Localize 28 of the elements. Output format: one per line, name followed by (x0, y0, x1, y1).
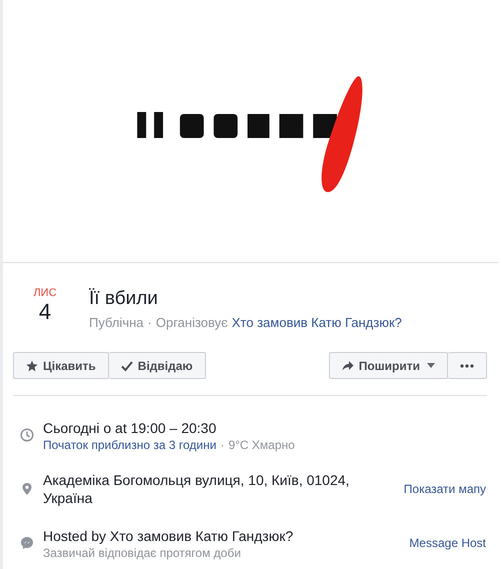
more-button[interactable] (448, 352, 487, 379)
detail-subtext: Зазвичай відповідає протягом доби (43, 546, 241, 560)
star-icon (26, 360, 38, 372)
detail-subtext: 9°C Хмарно (228, 438, 295, 452)
event-month: ЛИС (33, 287, 57, 299)
detail-action-link[interactable]: Показати мапу (404, 482, 486, 496)
action-button[interactable]: Цікавить (13, 352, 109, 379)
event-day: 4 (38, 299, 52, 325)
separator: · (148, 315, 152, 330)
organizer-link[interactable]: Хто замовив Катю Гандзюк? (232, 315, 402, 330)
detail-action-link[interactable]: Message Host (409, 536, 486, 550)
location-pin-icon (20, 482, 34, 496)
detail-text: Сьогодні о at 19:00 – 20:30 (43, 418, 218, 436)
detail-text: Академіка Богомольця вулиця, 10, Київ, 01024, Україна (43, 471, 350, 507)
caret-icon (427, 363, 435, 368)
privacy-label: Публічна (89, 315, 144, 330)
share-arrow-icon (342, 360, 354, 372)
organizer-label: Організовує (156, 315, 228, 330)
action-button[interactable]: Відвідаю (108, 352, 206, 379)
share-button[interactable]: Поширити (328, 352, 448, 379)
event-title: Її вбили (89, 287, 159, 311)
clock-icon (20, 428, 34, 442)
check-icon (120, 360, 133, 372)
countdown-link[interactable]: Початок приблизно за 3 години (43, 438, 216, 452)
more-icon (460, 364, 474, 368)
separator: · (220, 438, 224, 452)
detail-text: Hosted by Хто замовив Катю Гандзюк? (43, 526, 294, 544)
messenger-icon (20, 536, 34, 550)
